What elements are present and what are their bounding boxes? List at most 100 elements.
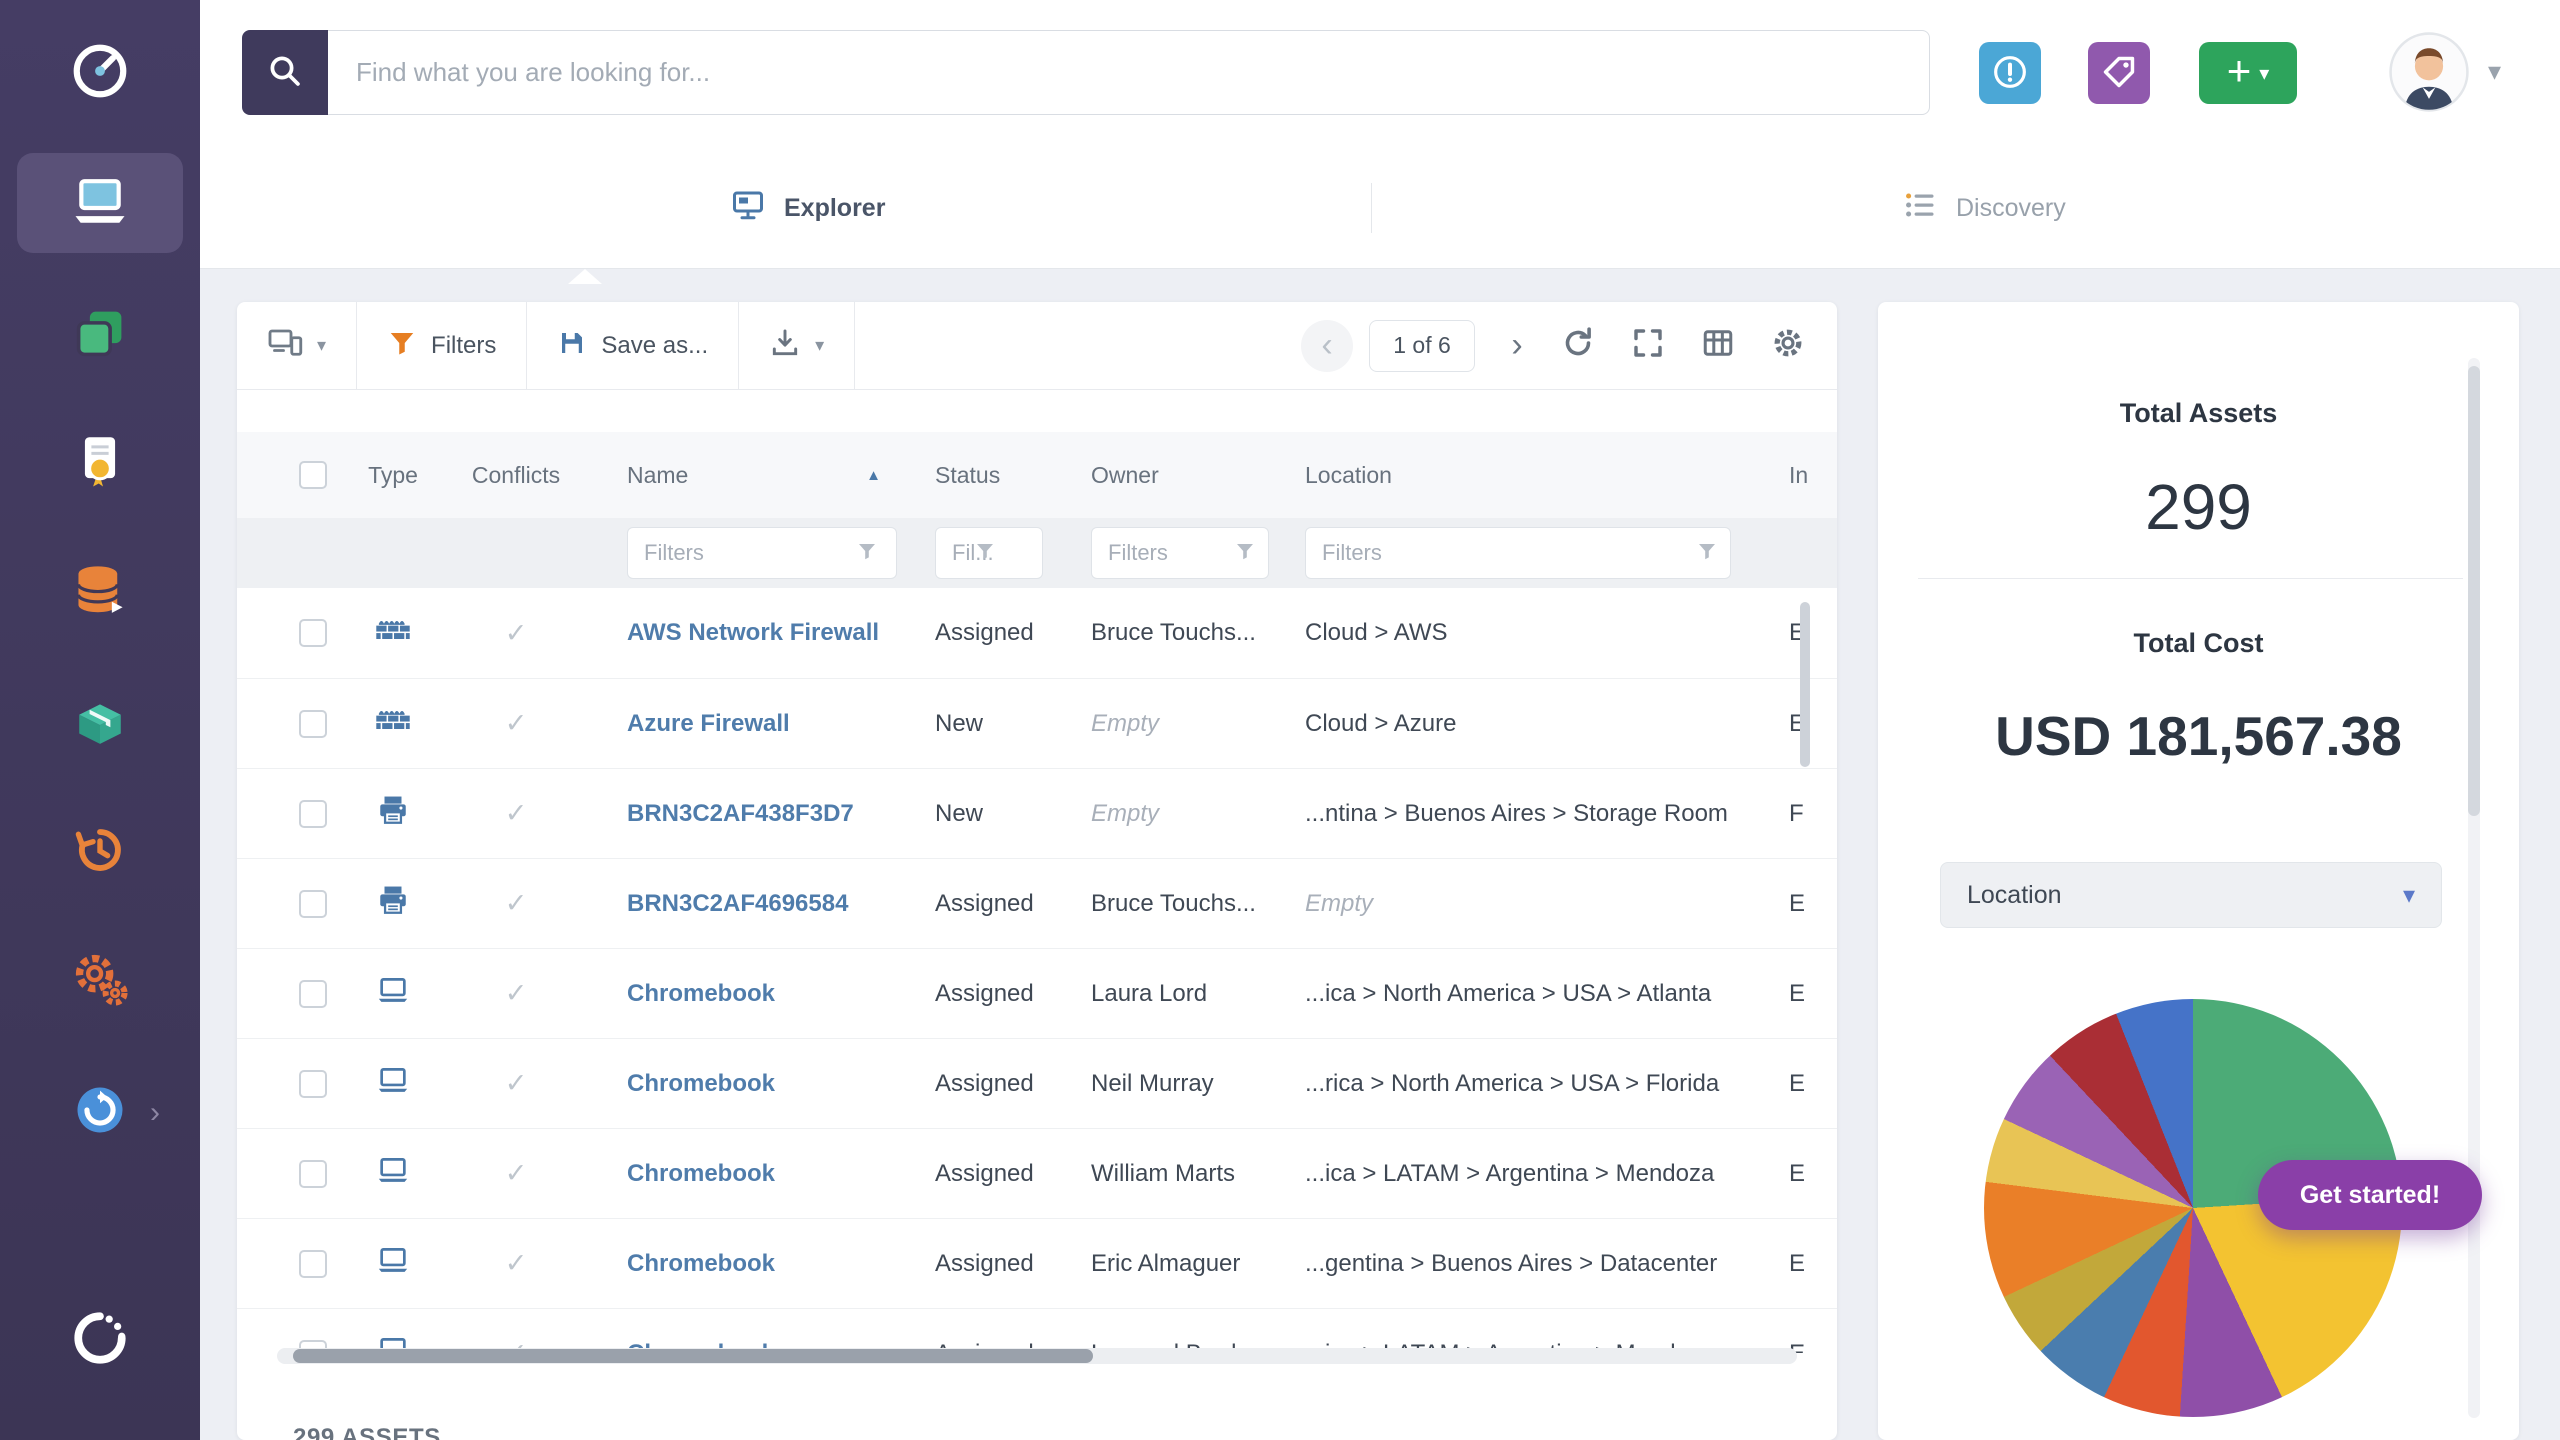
location-cell: Empty [1269,890,1731,918]
location-cell: Cloud > AWS [1269,619,1731,647]
active-tab-notch [568,269,602,284]
chevron-down-icon: ▾ [2403,881,2415,910]
add-button[interactable]: + ▾ [2199,42,2297,104]
sort-asc-icon[interactable]: ▲ [866,467,881,484]
column-header-status[interactable]: Status [891,462,1051,489]
table-row[interactable]: ✓ Chromebook Assigned Laura Lord ...ica … [237,948,1837,1038]
tag-icon [2100,53,2138,94]
asset-name-link[interactable]: Chromebook [627,1250,775,1277]
filters-button[interactable]: Filters [357,302,526,390]
column-header-owner[interactable]: Owner [1051,462,1269,489]
brand-logo[interactable] [60,33,140,113]
row-checkbox[interactable] [299,1160,327,1188]
tags-button[interactable] [2088,42,2150,104]
sidebar-item-settings[interactable] [60,941,140,1021]
asset-name-link[interactable]: Azure Firewall [627,710,790,737]
column-header-overflow[interactable]: In [1731,462,1837,489]
table-row[interactable]: ✓ Chromebook Assigned William Marts ...i… [237,1128,1837,1218]
search-input[interactable] [328,30,1930,115]
prev-page-button[interactable]: ‹ [1301,320,1353,372]
save-as-button[interactable]: Save as... [527,302,738,390]
table-row[interactable]: ✓ Azure Firewall New Empty Cloud > Azure… [237,678,1837,768]
owner-filter-input[interactable] [1091,527,1269,579]
asset-name-link[interactable]: AWS Network Firewall [627,619,879,646]
profile-chevron-icon[interactable]: ▾ [2488,56,2501,87]
table-horizontal-scrollbar[interactable] [277,1348,1797,1364]
tab-explorer-label: Explorer [784,194,885,223]
main-content: ▾ Filters Save as... ▾ [200,269,2560,1440]
column-header-conflicts[interactable]: Conflicts [441,462,591,489]
table-row[interactable]: ✓ BRN3C2AF4696584 Assigned Bruce Touchs.… [237,858,1837,948]
chevron-down-icon: ▾ [815,335,824,356]
location-cell: Cloud > Azure [1269,710,1731,738]
search-button[interactable] [242,30,328,115]
settings-button[interactable] [1753,302,1823,390]
next-page-button[interactable]: › [1491,320,1543,372]
owner-cell: Empty [1051,710,1269,738]
name-filter-input[interactable] [627,527,897,579]
refresh-button[interactable] [1543,302,1613,390]
table-row[interactable]: ✓ Chromebook Assigned Neil Murray ...ric… [237,1038,1837,1128]
asset-name-link[interactable]: BRN3C2AF438F3D7 [627,800,854,827]
view-tabs: Explorer Discovery [200,147,2560,269]
location-filter-input[interactable] [1305,527,1731,579]
row-checkbox[interactable] [299,619,327,647]
table-row[interactable]: ✓ Chromebook Assigned Eric Almaguer ...g… [237,1218,1837,1308]
status-cell: Assigned [891,890,1051,918]
total-cost-label: Total Cost [1878,628,2519,659]
horizontal-scroll-thumb[interactable] [293,1349,1093,1363]
asset-name-link[interactable]: Chromebook [627,980,775,1007]
asset-name-link[interactable]: BRN3C2AF4696584 [627,890,848,917]
fullscreen-button[interactable] [1613,302,1683,390]
chevron-down-icon: ▾ [317,335,326,356]
row-checkbox[interactable] [299,1070,327,1098]
sidebar-item-software[interactable] [60,295,140,375]
table-filter-row [237,518,1837,588]
total-assets-label: Total Assets [1878,398,2519,429]
select-all-checkbox[interactable] [299,461,327,489]
asset-name-link[interactable]: Chromebook [627,1070,775,1097]
asset-name-link[interactable]: Chromebook [627,1160,775,1187]
panel-scroll-thumb[interactable] [2468,366,2480,816]
status-filter-input[interactable] [935,527,1043,579]
table-row[interactable]: ✓ BRN3C2AF438F3D7 New Empty ...ntina > B… [237,768,1837,858]
sidebar-item-storage[interactable] [60,554,140,634]
tab-explorer[interactable]: Explorer [730,147,885,269]
row-checkbox[interactable] [299,1250,327,1278]
chevron-right-icon[interactable]: › [150,1096,160,1130]
export-button[interactable]: ▾ [739,302,854,390]
group-by-label: Location [1967,881,2062,910]
row-checkbox[interactable] [299,980,327,1008]
row-checkbox[interactable] [299,800,327,828]
column-header-type[interactable]: Type [345,462,441,489]
status-cell: Assigned [891,619,1051,647]
sidebar-item-licenses[interactable] [60,424,140,504]
sidebar-item-packages[interactable] [60,683,140,763]
column-settings-button[interactable] [1683,302,1753,390]
row-checkbox[interactable] [299,890,327,918]
chevron-down-icon: ▾ [2259,61,2269,86]
user-avatar[interactable] [2388,31,2470,113]
sidebar-item-sync[interactable] [60,1072,140,1152]
get-started-button[interactable]: Get started! [2258,1160,2482,1230]
column-header-name[interactable]: Name ▲ [591,462,891,489]
table-vertical-scrollbar[interactable] [1800,602,1810,767]
column-header-location[interactable]: Location [1269,462,1731,489]
group-by-dropdown[interactable]: Location ▾ [1940,862,2442,928]
sidebar-item-history[interactable] [60,812,140,892]
location-cell: ...ica > North America > USA > Atlanta [1269,980,1731,1008]
overflow-cell: E [1731,619,1837,647]
overflow-cell: E [1731,1160,1837,1188]
alerts-button[interactable] [1979,42,2041,104]
sidebar-item-assets[interactable] [17,153,183,253]
row-checkbox[interactable] [299,710,327,738]
table-row[interactable]: ✓ Chromebook Assigned Leonard Burd... ..… [237,1308,1837,1353]
explorer-monitor-icon [730,187,766,230]
location-cell: ...ica > LATAM > Argentina > Mendoza [1269,1160,1731,1188]
panel-scrollbar[interactable] [2468,358,2480,1418]
sidebar: › [0,0,200,1440]
page-indicator[interactable]: 1 of 6 [1369,320,1475,372]
tab-discovery[interactable]: Discovery [1902,147,2066,269]
table-row[interactable]: ✓ AWS Network Firewall Assigned Bruce To… [237,588,1837,678]
asset-type-selector[interactable]: ▾ [237,302,356,390]
